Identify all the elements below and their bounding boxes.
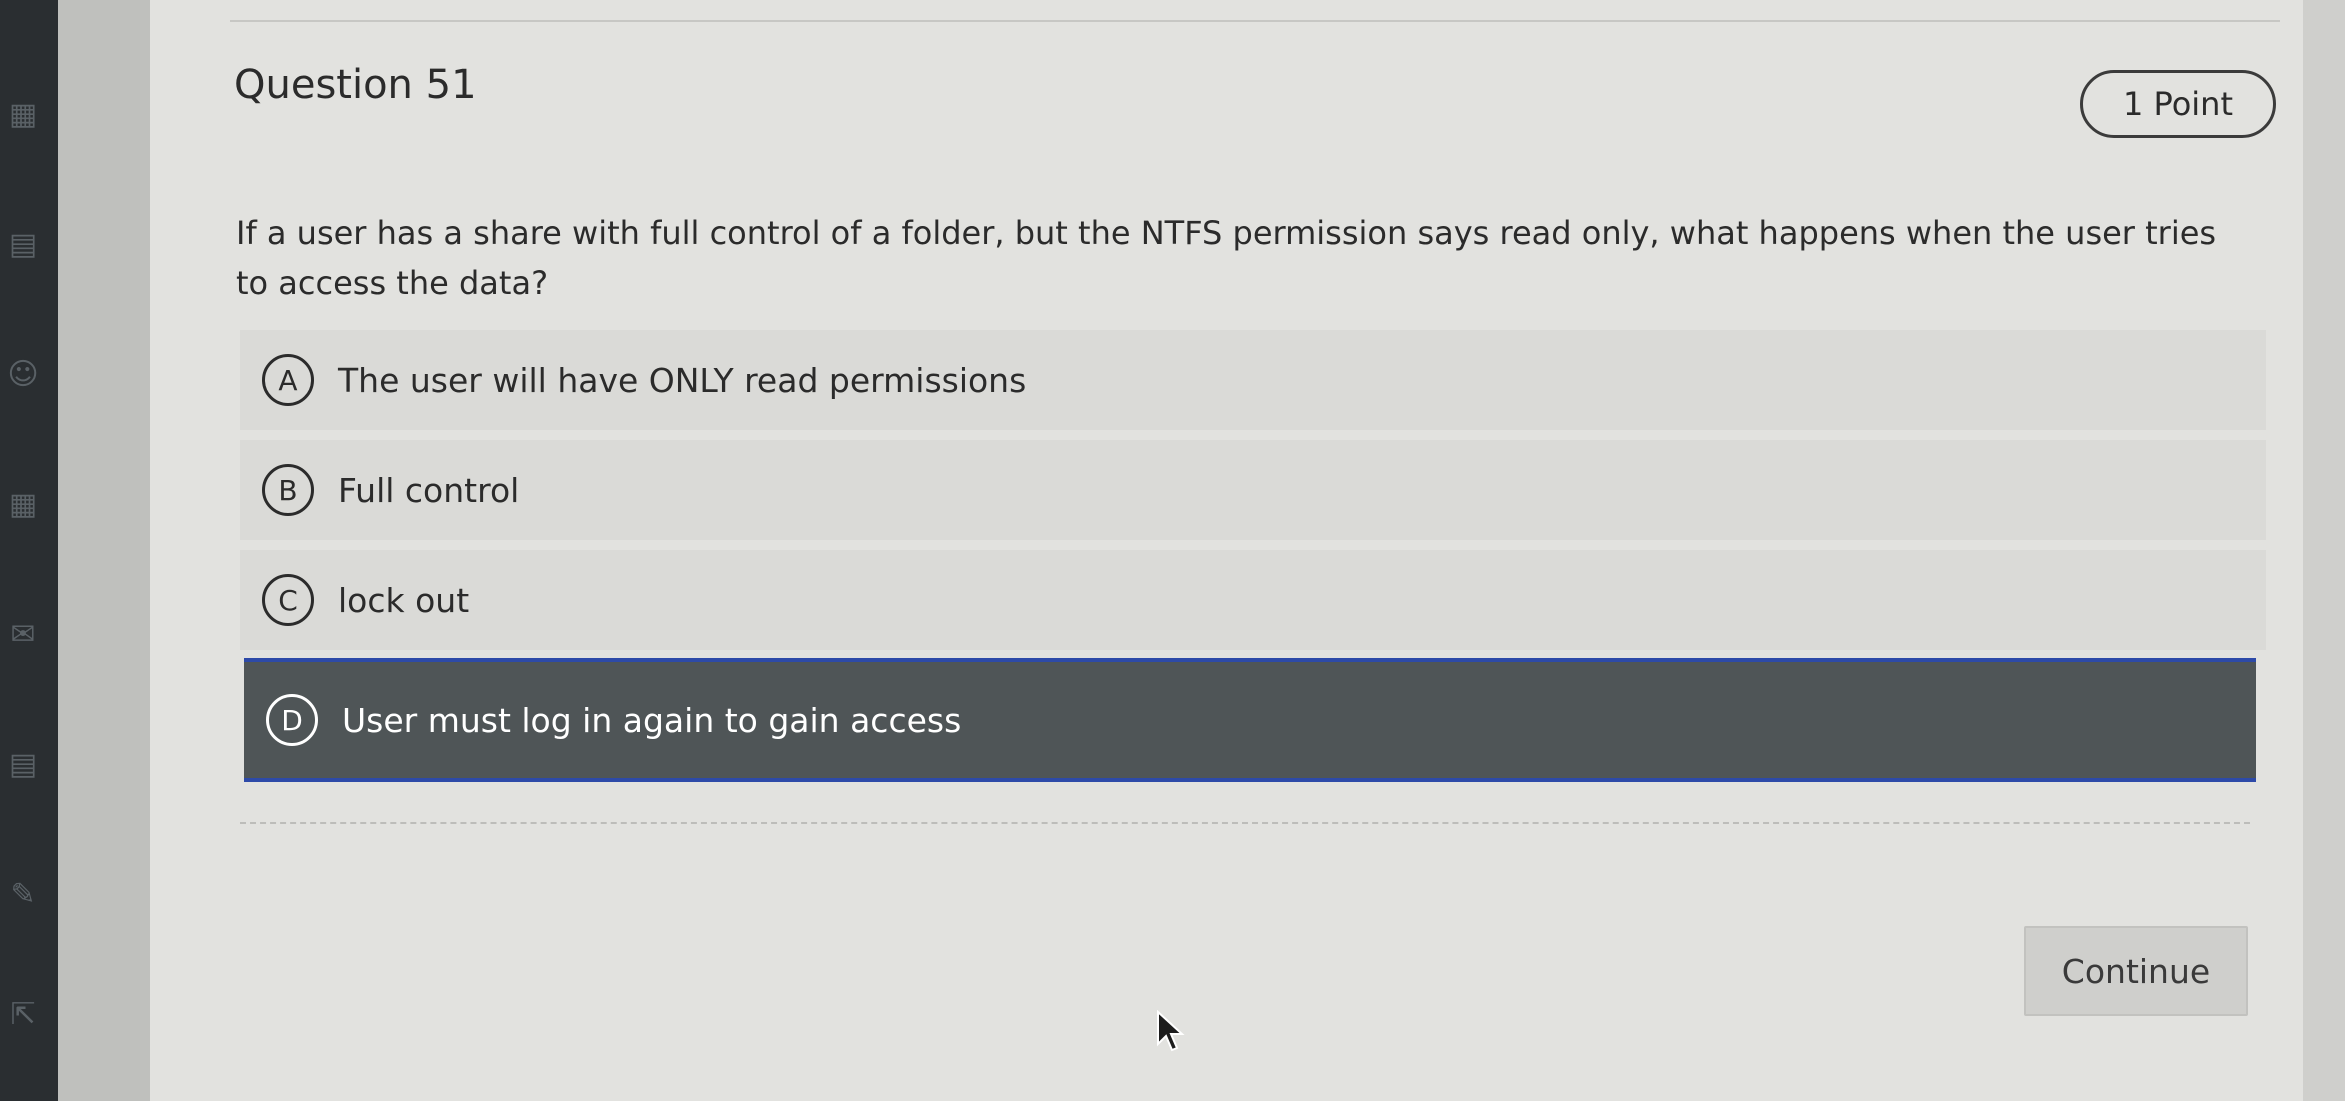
answer-option-c[interactable]: C lock out [240,550,2266,650]
question-text: If a user has a share with full control … [236,214,2217,302]
continue-button[interactable]: Continue [2024,926,2248,1016]
option-letter-badge: A [262,354,314,406]
rail-apps-icon[interactable]: ▦ [6,98,40,132]
option-letter-badge: B [262,464,314,516]
rail-document-icon[interactable]: ▤ [6,228,40,262]
option-label: User must log in again to gain access [342,700,962,740]
option-label: Full control [338,470,520,510]
rail-calendar-icon[interactable]: ▦ [6,488,40,522]
option-label: lock out [338,580,470,620]
option-letter-badge: D [266,694,318,746]
option-letter-badge: C [262,574,314,626]
top-divider [230,20,2280,22]
right-gutter [2303,0,2345,1101]
rail-tools-icon[interactable]: ✎ [6,878,40,912]
option-label: The user will have ONLY read permissions [338,360,1027,400]
points-badge: 1 Point [2080,70,2276,138]
question-title: Question 51 [234,62,477,108]
answer-option-a[interactable]: A The user will have ONLY read permissio… [240,330,2266,430]
options-divider [240,822,2250,824]
answer-option-d[interactable]: D User must log in again to gain access [244,658,2256,782]
left-app-rail: ▦ ▤ ☺ ▦ ✉ ▤ ✎ ⇱ [0,0,58,1101]
rail-export-icon[interactable]: ⇱ [6,998,40,1032]
left-gutter [58,0,150,1101]
rail-notes-icon[interactable]: ▤ [6,748,40,782]
rail-mail-icon[interactable]: ✉ [6,618,40,652]
pointer-cursor-icon [1157,1010,1185,1052]
rail-people-icon[interactable]: ☺ [6,358,40,392]
answer-option-b[interactable]: B Full control [240,440,2266,540]
